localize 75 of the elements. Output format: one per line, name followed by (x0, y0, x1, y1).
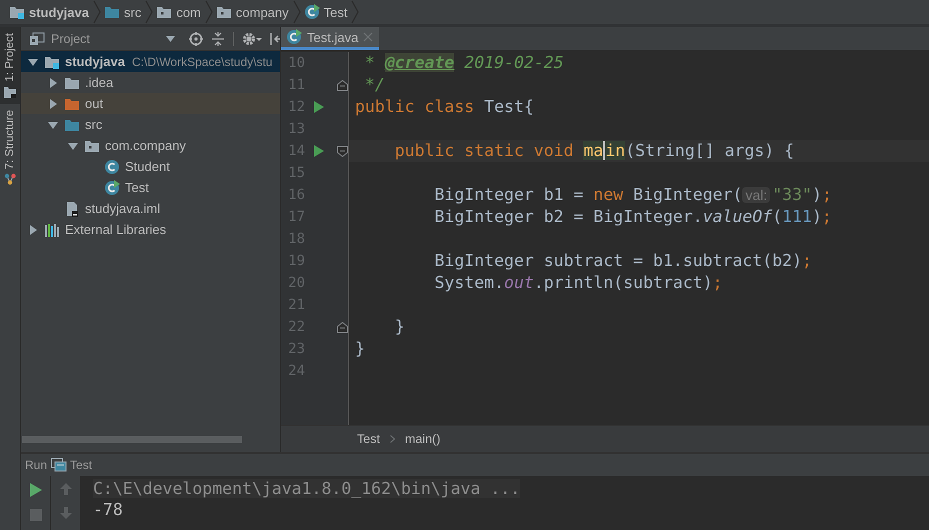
panel-title: Run (25, 458, 48, 472)
tree-item-label: .idea (85, 75, 114, 90)
tree-item-label: Student (125, 159, 170, 174)
tree-item[interactable]: External Libraries (21, 219, 280, 240)
collapsed-arrow-icon[interactable] (27, 224, 39, 236)
tree-item-label: src (85, 117, 102, 132)
breadcrumb-item[interactable]: Test (357, 432, 380, 446)
run-icon[interactable] (30, 483, 42, 497)
code-line: public class Test{ (355, 96, 534, 118)
console-icon (51, 458, 68, 472)
breadcrumb-item[interactable]: main() (404, 432, 440, 446)
tree-item-label: out (85, 96, 104, 111)
code-line: BigInteger subtract = b1.subtract(b2); (433, 250, 812, 272)
code-line: } (355, 338, 365, 360)
code-line: * @create 2019-02-25 (364, 52, 564, 74)
module-folder-icon (9, 4, 25, 20)
hide-panel-icon[interactable] (270, 32, 280, 46)
output-line: -78 (93, 500, 123, 519)
code-line: BigInteger b1 = new BigInteger( val: "33"); (433, 184, 832, 206)
class-icon (104, 180, 120, 196)
project-view-icon (29, 32, 45, 46)
fold-icon[interactable] (337, 322, 348, 332)
breadcrumb-item[interactable]: Test (300, 0, 352, 24)
tree-item[interactable]: src (21, 114, 280, 135)
tree-item[interactable]: studyjava C:\D\WorkSpace\study\stu (21, 51, 280, 72)
code-line: } (394, 316, 405, 338)
scrollbar[interactable] (22, 436, 242, 442)
tree-item[interactable]: com.company (21, 135, 280, 156)
tree-item[interactable]: Student (21, 156, 280, 177)
collapsed-arrow-icon[interactable] (47, 98, 59, 110)
fold-icon[interactable] (337, 146, 348, 156)
run-configuration-tab[interactable]: Test (51, 458, 92, 472)
class-icon (104, 158, 120, 174)
tool-window-tab[interactable]: 1: Project (0, 27, 20, 104)
code-line: BigInteger b2 = BigInteger.valueOf(111); (433, 206, 832, 228)
code-editor[interactable] (281, 50, 929, 425)
dropdown-caret-icon[interactable] (166, 36, 175, 42)
package-icon (156, 4, 172, 20)
editor-tab[interactable]: Test.java (281, 27, 380, 50)
file-icon (64, 200, 80, 216)
module-path: C:\D\WorkSpace\study\stu (132, 54, 272, 68)
tree-item[interactable]: .idea (21, 72, 280, 93)
tree-item-label: studyjava.iml (85, 201, 160, 216)
code-line: System.out.println(subtract); (433, 272, 723, 294)
tree-item-label: studyjava (65, 54, 125, 69)
breadcrumb-item[interactable]: com (153, 0, 205, 24)
libraries-icon (44, 222, 60, 238)
settings-icon[interactable] (242, 32, 262, 46)
crosshair-icon[interactable] (188, 32, 203, 46)
fold-icon[interactable] (337, 80, 348, 90)
tree-item[interactable]: out (21, 93, 280, 114)
package-icon (216, 4, 232, 20)
tree-item-label: com.company (105, 138, 186, 153)
run-icon[interactable] (314, 145, 324, 157)
collapsed-arrow-icon[interactable] (47, 76, 59, 88)
code-line: */ (364, 74, 385, 96)
project-view-dropdown[interactable]: Project (29, 32, 90, 46)
chevron-icon (390, 435, 395, 443)
class-icon (304, 4, 320, 20)
parameter-hint: val: (742, 187, 770, 203)
breadcrumb-item[interactable]: company (212, 0, 293, 24)
collapse-all-icon[interactable] (210, 32, 225, 46)
folder-icon (4, 86, 16, 98)
tree-item[interactable]: Test (21, 177, 280, 198)
tree-item-label: Test (125, 180, 149, 195)
tree-item[interactable]: studyjava.iml (21, 198, 280, 219)
class-icon (286, 29, 302, 45)
code-line: public static void ma in(String[] args) { (394, 140, 794, 162)
breadcrumb-item[interactable]: src (100, 0, 146, 24)
structure-icon (4, 173, 16, 186)
breadcrumb-item[interactable]: studyjava (6, 0, 93, 24)
run-icon[interactable] (314, 101, 324, 113)
folder-icon (104, 4, 120, 20)
tree-item-label: External Libraries (65, 222, 166, 237)
tool-window-tab[interactable]: 7: Structure (0, 104, 20, 192)
